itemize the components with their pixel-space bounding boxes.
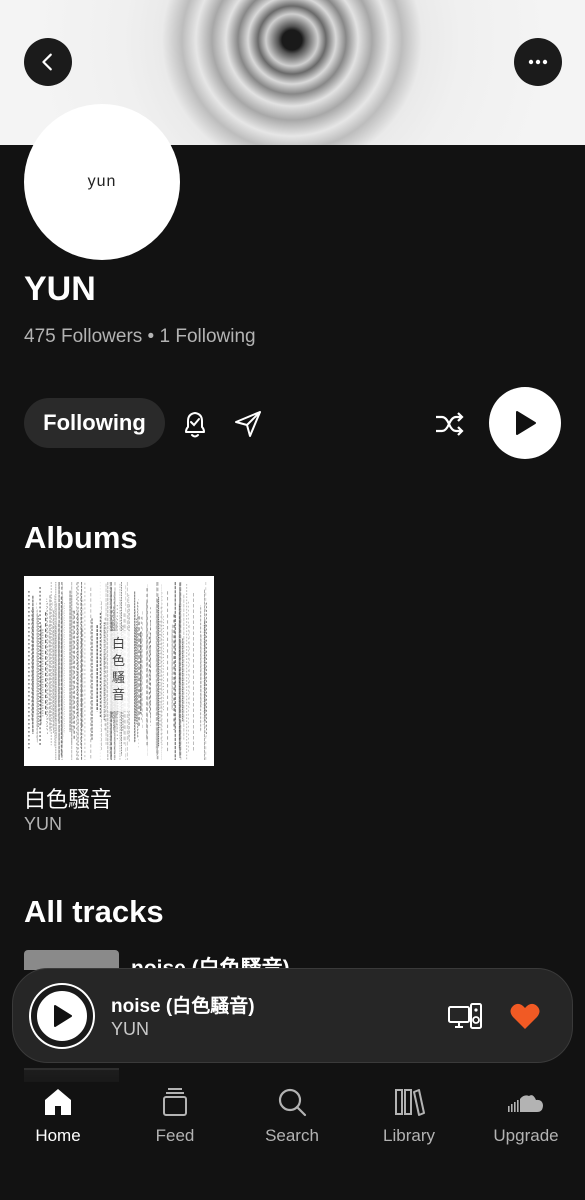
tab-home-label: Home (35, 1126, 81, 1145)
tab-feed-label: Feed (155, 1126, 195, 1145)
devices-icon (448, 1003, 482, 1029)
shuffle-icon (436, 412, 464, 436)
follow-stats[interactable]: 475 Followers • 1 Following (24, 326, 256, 348)
tab-home[interactable]: Home (3, 1086, 113, 1146)
heart-icon (510, 1003, 540, 1029)
tab-library-label: Library (383, 1126, 435, 1145)
albums-heading: Albums (24, 520, 138, 555)
track-artwork[interactable] (24, 950, 119, 970)
tab-upgrade[interactable]: Upgrade (471, 1086, 581, 1146)
shuffle-button[interactable] (431, 406, 467, 442)
mini-play-button[interactable] (31, 985, 93, 1047)
play-icon (54, 1005, 72, 1027)
chevron-left-icon (42, 53, 52, 71)
tab-search[interactable]: Search (237, 1086, 347, 1146)
feed-icon (163, 1088, 187, 1116)
all-tracks-heading: All tracks (24, 894, 164, 929)
play-all-button[interactable] (489, 387, 561, 459)
search-icon (278, 1088, 307, 1117)
play-icon (516, 411, 536, 435)
artist-name: YUN (24, 270, 96, 308)
send-icon (235, 411, 261, 437)
tab-feed[interactable]: Feed (120, 1086, 230, 1146)
ellipsis-icon (528, 59, 548, 65)
tab-upgrade-label: Upgrade (493, 1126, 559, 1145)
notifications-button[interactable] (176, 405, 214, 443)
bell-check-icon (185, 412, 205, 438)
soundcloud-icon (508, 1095, 543, 1112)
library-icon (395, 1089, 425, 1116)
now-playing-artist: YUN (111, 1019, 150, 1039)
track-title[interactable]: noise (白色騷音) (131, 952, 290, 968)
now-playing-title: noise (白色騷音) (111, 996, 255, 1017)
like-button[interactable] (507, 999, 543, 1033)
album-cover-text: 白色騷音 (112, 637, 126, 703)
share-button[interactable] (229, 405, 267, 443)
following-button[interactable]: Following (24, 398, 165, 448)
back-button[interactable] (24, 38, 72, 86)
tab-search-label: Search (265, 1126, 319, 1145)
tab-library[interactable]: Library (354, 1086, 464, 1146)
more-options-button[interactable] (514, 38, 562, 86)
album-artist[interactable]: YUN (24, 814, 62, 835)
devices-button[interactable] (445, 999, 485, 1033)
home-icon (45, 1089, 71, 1115)
album-cover[interactable]: 白色騷音 (24, 576, 214, 766)
avatar-text: yun (87, 173, 117, 190)
album-title[interactable]: 白色騷音 (24, 782, 112, 814)
mini-player[interactable]: noise (白色騷音) YUN (12, 968, 573, 1063)
artist-avatar[interactable]: yun (24, 104, 180, 260)
